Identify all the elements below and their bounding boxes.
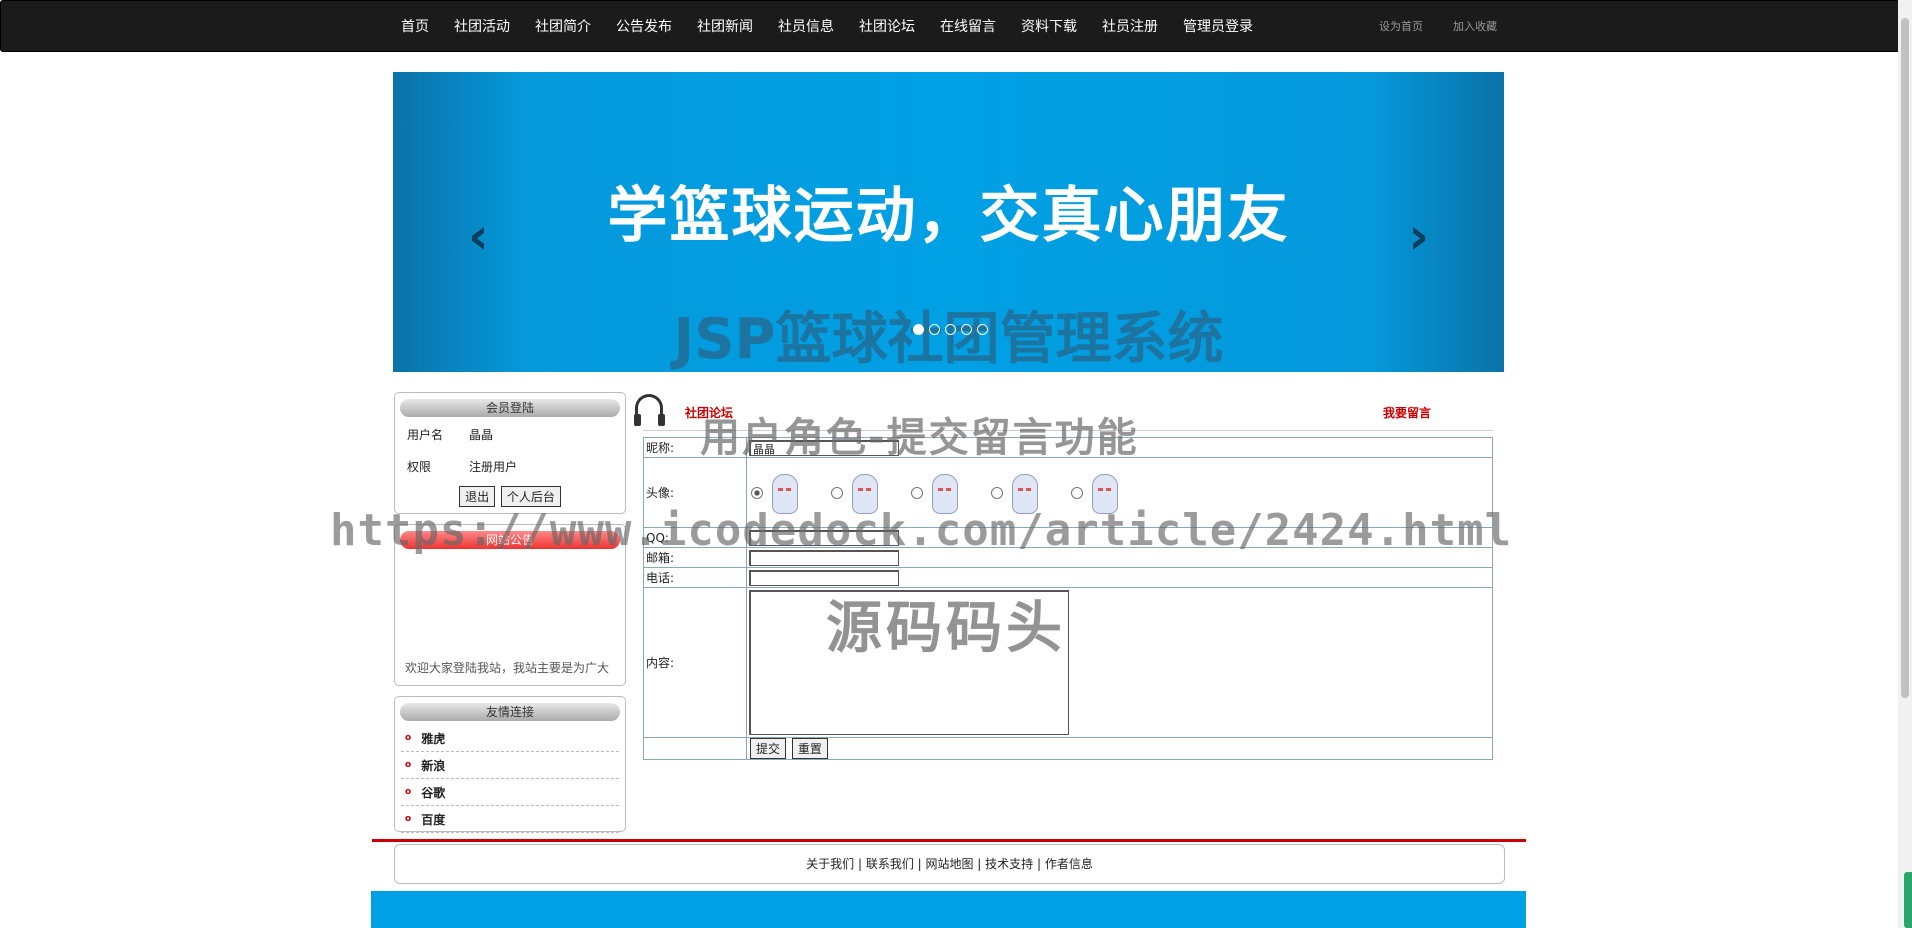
page-scrollbar[interactable] bbox=[1898, 0, 1912, 928]
username-value: 晶晶 bbox=[469, 428, 494, 442]
main-nav: 首页 社团活动 社团简介 公告发布 社团新闻 社员信息 社团论坛 在线留言 资料… bbox=[401, 1, 1278, 51]
avatar-radio[interactable] bbox=[1071, 486, 1083, 499]
nav-admin-login[interactable]: 管理员登录 bbox=[1183, 16, 1253, 36]
add-favorite-link[interactable]: 加入收藏 bbox=[1453, 18, 1497, 34]
actions-cell: 提交 重置 bbox=[746, 737, 1493, 760]
username-label: 用户名 bbox=[407, 428, 444, 442]
top-nav-bar: 首页 社团活动 社团简介 公告发布 社团新闻 社员信息 社团论坛 在线留言 资料… bbox=[0, 0, 1900, 52]
content-label: 内容: bbox=[643, 587, 747, 738]
role-label: 权限 bbox=[407, 460, 432, 474]
nav-members[interactable]: 社员信息 bbox=[778, 16, 834, 36]
carousel-dot[interactable] bbox=[961, 324, 972, 335]
bullet-icon: o bbox=[405, 760, 412, 770]
role-value: 注册用户 bbox=[469, 460, 518, 474]
carousel-dot[interactable] bbox=[945, 324, 956, 335]
login-box-title: 会员登陆 bbox=[400, 399, 620, 417]
avatar-radio[interactable] bbox=[911, 486, 923, 499]
carousel-indicators bbox=[913, 324, 988, 335]
nav-intro[interactable]: 社团简介 bbox=[535, 16, 591, 36]
friend-link-baidu[interactable]: 百度 bbox=[421, 811, 445, 828]
logout-button[interactable]: 退出 bbox=[459, 486, 496, 507]
friend-link-sina[interactable]: 新浪 bbox=[421, 757, 445, 774]
friend-link-google[interactable]: 谷歌 bbox=[421, 784, 445, 801]
nav-guestbook[interactable]: 在线留言 bbox=[940, 16, 996, 36]
banner-slogan: 学篮球运动，交真心朋友 bbox=[607, 181, 1290, 251]
username-row: 用户名 晶晶 bbox=[395, 421, 625, 448]
friend-link-yahoo[interactable]: 雅虎 bbox=[421, 730, 445, 747]
login-buttons: 退出 个人后台 bbox=[395, 480, 625, 507]
carousel-dot[interactable] bbox=[913, 324, 924, 335]
footer-bar bbox=[371, 891, 1526, 928]
role-caption-watermark: 用户角色-提交留言功能 bbox=[700, 415, 1139, 461]
bullet-icon: o bbox=[405, 814, 412, 824]
banner-carousel: 学篮球运动，交真心朋友 ‹ › JSP篮球社团管理系统 bbox=[393, 72, 1504, 372]
nav-utility-links: 设为首页 加入收藏 bbox=[1379, 1, 1527, 51]
carousel-prev-icon[interactable]: ‹ bbox=[468, 207, 489, 265]
nav-forum[interactable]: 社团论坛 bbox=[859, 16, 915, 36]
avatar-radio[interactable] bbox=[991, 486, 1003, 499]
friend-link-item[interactable]: o 谷歌 bbox=[401, 779, 619, 806]
url-watermark: https://www.icodedock.com/article/2424.h… bbox=[330, 505, 1513, 556]
brand-watermark: 源码码头 bbox=[826, 596, 1066, 661]
bullet-icon: o bbox=[405, 733, 412, 743]
nav-downloads[interactable]: 资料下载 bbox=[1021, 16, 1077, 36]
nav-home[interactable]: 首页 bbox=[401, 16, 429, 36]
reset-button[interactable]: 重置 bbox=[791, 738, 828, 759]
set-homepage-link[interactable]: 设为首页 bbox=[1379, 18, 1423, 34]
notice-text: 欢迎大家登陆我站，我站主要是为广大 bbox=[405, 661, 610, 675]
headphone-ear-left bbox=[634, 414, 641, 426]
links-box-title: 友情连接 bbox=[400, 703, 620, 721]
friend-links-box: 友情连接 o 雅虎 o 新浪 o 谷歌 o 百度 bbox=[394, 696, 626, 833]
friend-link-item[interactable]: o 新浪 bbox=[401, 752, 619, 779]
footer-divider bbox=[372, 839, 1526, 842]
friend-link-item[interactable]: o 雅虎 bbox=[401, 725, 619, 752]
avatar-radio[interactable] bbox=[751, 486, 763, 499]
nav-announcements[interactable]: 公告发布 bbox=[616, 16, 672, 36]
role-row: 权限 注册用户 bbox=[395, 448, 625, 480]
friend-link-item[interactable]: o 百度 bbox=[401, 806, 619, 833]
submit-button[interactable]: 提交 bbox=[750, 738, 787, 759]
leave-message-link[interactable]: 我要留言 bbox=[1383, 404, 1431, 421]
nav-activities[interactable]: 社团活动 bbox=[454, 16, 510, 36]
actions-label-cell bbox=[643, 737, 747, 760]
phone-label: 电话: bbox=[643, 567, 747, 588]
carousel-dot[interactable] bbox=[929, 324, 940, 335]
headphone-ear-right bbox=[658, 414, 665, 426]
nav-news[interactable]: 社团新闻 bbox=[697, 16, 753, 36]
footer-links[interactable]: 关于我们 | 联系我们 | 网站地图 | 技术支持 | 作者信息 bbox=[394, 844, 1505, 884]
side-float-tab[interactable] bbox=[1904, 872, 1912, 928]
carousel-dot[interactable] bbox=[977, 324, 988, 335]
nav-register[interactable]: 社员注册 bbox=[1102, 16, 1158, 36]
avatar-radio[interactable] bbox=[831, 486, 843, 499]
bullet-icon: o bbox=[405, 787, 412, 797]
message-form: 昵称: 晶晶 头像: QQ: 邮箱: 电话: 内容: 提交 重置 bbox=[643, 437, 1493, 760]
login-box: 会员登陆 用户名 晶晶 权限 注册用户 退出 个人后台 bbox=[394, 392, 626, 514]
personal-backend-button[interactable]: 个人后台 bbox=[500, 486, 561, 507]
carousel-next-icon[interactable]: › bbox=[1408, 207, 1429, 265]
scrollbar-thumb[interactable] bbox=[1901, 18, 1909, 698]
